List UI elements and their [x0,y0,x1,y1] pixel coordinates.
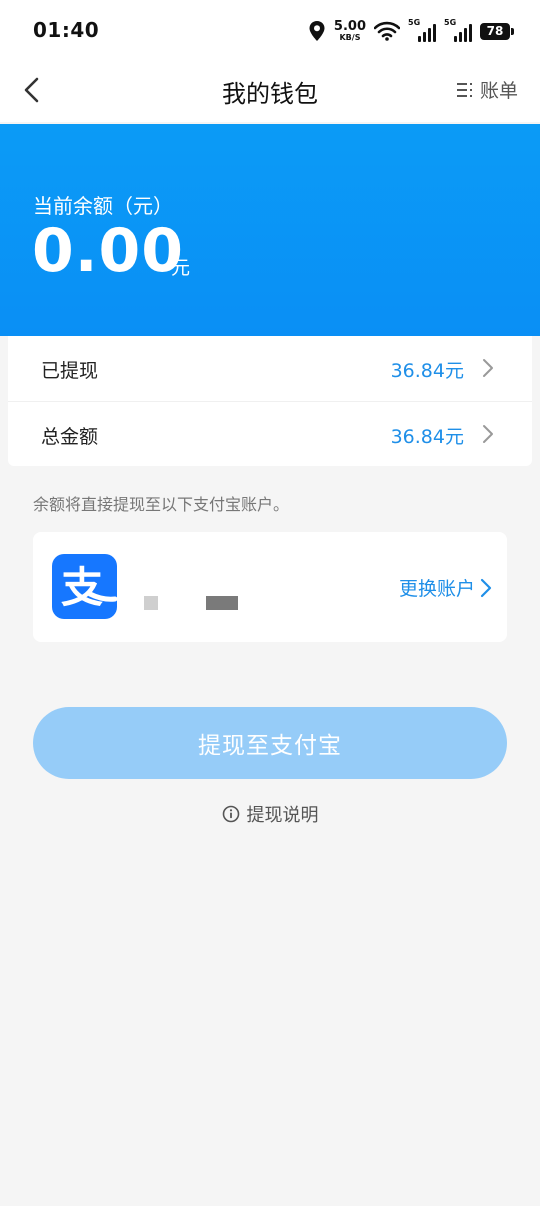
withdrawn-row[interactable]: 已提现 36.84元 [8,336,532,400]
wifi-icon [374,21,400,41]
signal-sim1: 5G [408,18,436,42]
info-circle-icon [222,805,239,823]
balance-label: 当前余额（元） [33,194,173,218]
status-time: 01:40 [33,18,100,42]
sim2-network-tag: 5G [444,18,457,27]
chevron-right-icon [483,425,493,443]
bill-button[interactable]: 账单 [456,76,518,103]
sim1-network-tag: 5G [408,18,421,27]
chevron-right-icon [483,359,493,377]
net-speed-value: 5.00 [333,19,366,34]
withdraw-info-link[interactable]: 提现说明 [0,801,540,827]
balance-amount: 0.00 [32,216,185,286]
signal-bars-icon [418,24,436,42]
summary-card: 已提现 36.84元 总金额 36.84元 [8,336,532,466]
chevron-right-icon [480,578,492,597]
signal-bars-icon [454,24,472,42]
nav-bar: 我的钱包 账单 [0,60,540,122]
balance-banner: 当前余额（元） 0.00 元 [0,124,540,336]
status-bar: 01:40 5.00 KB/S 5G 5G 78 [0,0,540,60]
masked-account-block [144,596,158,610]
withdraw-info-label: 提现说明 [246,805,319,826]
list-icon [456,82,472,97]
net-speed-unit: KB/S [339,33,361,42]
withdraw-to-alipay-button[interactable]: 提现至支付宝 [33,707,507,779]
bill-label: 账单 [479,80,518,102]
location-pin-icon [309,21,325,41]
masked-account-block [206,596,238,610]
svg-text:支: 支 [61,563,103,612]
balance-unit: 元 [171,257,191,279]
total-amount-value: 36.84元 [390,426,464,448]
total-amount-label: 总金额 [41,426,99,448]
withdraw-hint: 余额将直接提现至以下支付宝账户。 [33,495,290,514]
battery-icon: 78 [480,22,514,40]
alipay-account-card: 支 更换账户 [33,532,507,642]
change-account-button[interactable]: 更换账户 [399,574,493,601]
signal-sim2: 5G [444,18,472,42]
withdrawn-label: 已提现 [41,360,99,382]
net-speed: 5.00 KB/S [334,20,366,42]
status-icons: 5.00 KB/S 5G 5G 78 [308,18,514,44]
withdrawn-value: 36.84元 [390,360,464,382]
total-amount-row[interactable]: 总金额 36.84元 [8,402,532,466]
change-account-label: 更换账户 [398,578,475,600]
alipay-logo-icon: 支 [52,554,118,619]
